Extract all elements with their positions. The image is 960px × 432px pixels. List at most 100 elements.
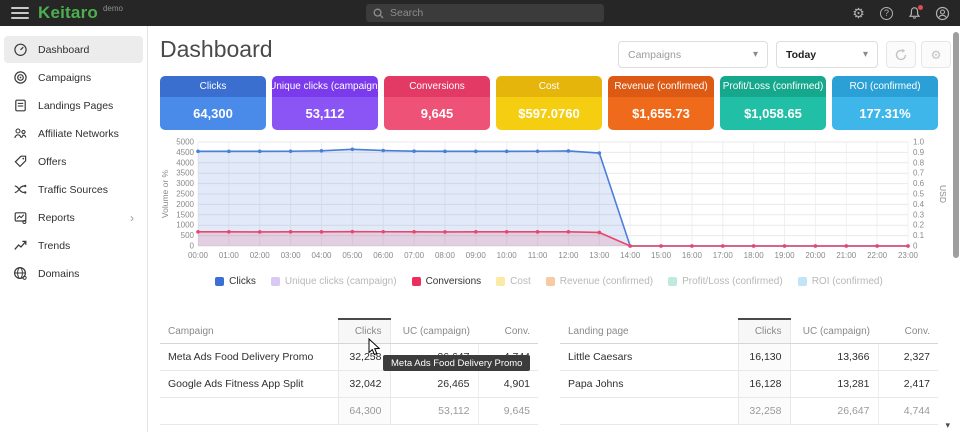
column-header-uc-campaign[interactable]: UC (campaign) bbox=[790, 319, 878, 344]
trend-up-icon bbox=[13, 238, 28, 253]
svg-text:USD: USD bbox=[938, 185, 948, 203]
column-header-conv[interactable]: Conv. bbox=[878, 319, 938, 344]
svg-text:1500: 1500 bbox=[176, 210, 194, 219]
legend-item-roi[interactable]: ROI (confirmed) bbox=[798, 276, 883, 287]
column-header-conv[interactable]: Conv. bbox=[478, 319, 538, 344]
legend-item-profit-loss[interactable]: Profit/Loss (confirmed) bbox=[668, 276, 783, 287]
svg-text:09:00: 09:00 bbox=[466, 251, 487, 260]
dashboard-settings-button[interactable]: ⚙ bbox=[921, 41, 951, 68]
app-logo[interactable]: Keitaro bbox=[38, 3, 98, 23]
stat-card-value: $597.0760 bbox=[496, 97, 602, 130]
clicks-cell: 16,128 bbox=[738, 371, 790, 398]
legend-item-clicks[interactable]: Clicks bbox=[215, 276, 256, 287]
vertical-scrollbar[interactable] bbox=[953, 32, 959, 258]
totals-conv-cell: 4,744 bbox=[878, 398, 938, 425]
stat-card-conversions[interactable]: Conversions 9,645 bbox=[384, 76, 490, 130]
settings-gear-icon[interactable]: ⚙ bbox=[851, 6, 866, 21]
svg-text:14:00: 14:00 bbox=[620, 251, 641, 260]
conv-cell: 4,901 bbox=[478, 371, 538, 398]
sidebar-item-landings-pages[interactable]: Landings Pages bbox=[4, 92, 143, 119]
sidebar-item-dashboard[interactable]: Dashboard bbox=[4, 36, 143, 63]
svg-text:0.5: 0.5 bbox=[913, 190, 925, 199]
sidebar-item-label: Reports bbox=[38, 212, 75, 224]
stat-card-value: $1,058.65 bbox=[720, 97, 826, 130]
campaigns-filter-select[interactable]: Campaigns ▾ bbox=[618, 41, 768, 68]
column-header-landing-page[interactable]: Landing page bbox=[560, 319, 738, 344]
campaign-name-cell[interactable]: Google Ads Fitness App Split bbox=[160, 371, 338, 398]
svg-text:04:00: 04:00 bbox=[311, 251, 332, 260]
column-header-uc-campaign[interactable]: UC (campaign) bbox=[390, 319, 478, 344]
svg-text:1000: 1000 bbox=[176, 221, 194, 230]
refresh-button[interactable] bbox=[886, 41, 916, 68]
conv-cell: 2,417 bbox=[878, 371, 938, 398]
svg-text:03:00: 03:00 bbox=[281, 251, 302, 260]
stat-card-roi[interactable]: ROI (confirmed) 177.31% bbox=[832, 76, 938, 130]
column-header-campaign[interactable]: Campaign bbox=[160, 319, 338, 344]
stat-card-clicks[interactable]: Clicks 64,300 bbox=[160, 76, 266, 130]
svg-text:500: 500 bbox=[181, 231, 195, 240]
stat-card-cost[interactable]: Cost $597.0760 bbox=[496, 76, 602, 130]
stat-card-revenue[interactable]: Revenue (confirmed) $1,655.73 bbox=[608, 76, 714, 130]
report-chart-icon bbox=[13, 210, 28, 225]
split-arrow-icon bbox=[13, 182, 28, 197]
landing-name-cell[interactable]: Papa Johns bbox=[560, 371, 738, 398]
legend-item-unique-clicks[interactable]: Unique clicks (campaign) bbox=[271, 276, 397, 287]
svg-text:01:00: 01:00 bbox=[219, 251, 240, 260]
table-header-row: Campaign Clicks UC (campaign) Conv. bbox=[160, 319, 538, 344]
search-input[interactable] bbox=[390, 7, 580, 19]
clicks-cell: 16,130 bbox=[738, 344, 790, 371]
svg-text:1.0: 1.0 bbox=[913, 138, 925, 147]
sidebar-item-traffic-sources[interactable]: Traffic Sources bbox=[4, 176, 143, 203]
hover-tooltip: Meta Ads Food Delivery Promo bbox=[383, 355, 530, 371]
dashboard-gauge-icon bbox=[13, 42, 28, 57]
svg-text:17:00: 17:00 bbox=[713, 251, 734, 260]
landing-name-cell[interactable]: Little Caesars bbox=[560, 344, 738, 371]
sidebar-item-trends[interactable]: Trends bbox=[4, 232, 143, 259]
sidebar-item-label: Dashboard bbox=[38, 44, 89, 56]
sidebar-item-campaigns[interactable]: Campaigns bbox=[4, 64, 143, 91]
campaigns-table: Campaign Clicks UC (campaign) Conv. Meta… bbox=[160, 318, 538, 425]
column-header-clicks[interactable]: Clicks bbox=[338, 319, 390, 344]
clicks-cell: 32,042 bbox=[338, 371, 390, 398]
date-range-select[interactable]: Today ▾ bbox=[776, 41, 878, 68]
legend-item-conversions[interactable]: Conversions bbox=[412, 276, 482, 287]
sidebar-item-offers[interactable]: Offers bbox=[4, 148, 143, 175]
table-row[interactable]: Google Ads Fitness App Split 32,042 26,4… bbox=[160, 371, 538, 398]
chevron-right-icon: › bbox=[130, 211, 134, 225]
svg-text:0.9: 0.9 bbox=[913, 148, 925, 157]
sidebar-item-domains[interactable]: Domains bbox=[4, 260, 143, 287]
stat-card-profit-loss[interactable]: Profit/Loss (confirmed) $1,058.65 bbox=[720, 76, 826, 130]
global-search[interactable] bbox=[366, 4, 604, 22]
notifications-bell-icon[interactable] bbox=[907, 6, 922, 21]
campaign-name-cell[interactable]: Meta Ads Food Delivery Promo bbox=[160, 344, 338, 371]
svg-text:05:00: 05:00 bbox=[342, 251, 363, 260]
refresh-icon bbox=[894, 48, 908, 62]
table-row[interactable]: Little Caesars 16,130 13,366 2,327 bbox=[560, 344, 938, 371]
totals-uc-cell: 53,112 bbox=[390, 398, 478, 425]
legend-item-cost[interactable]: Cost bbox=[496, 276, 531, 287]
stat-card-label: Clicks bbox=[160, 76, 266, 97]
logo-demo-badge: demo bbox=[103, 4, 123, 13]
table-row[interactable]: Papa Johns 16,128 13,281 2,417 bbox=[560, 371, 938, 398]
svg-text:16:00: 16:00 bbox=[682, 251, 703, 260]
stat-card-unique-clicks[interactable]: Unique clicks (campaign) 53,112 bbox=[272, 76, 378, 130]
svg-text:0.8: 0.8 bbox=[913, 158, 925, 167]
uc-cell: 26,465 bbox=[390, 371, 478, 398]
account-icon[interactable] bbox=[935, 6, 950, 21]
help-icon[interactable]: ? bbox=[879, 6, 894, 21]
column-header-clicks[interactable]: Clicks bbox=[738, 319, 790, 344]
svg-text:Volume or %: Volume or % bbox=[160, 169, 170, 218]
hamburger-menu-icon[interactable] bbox=[11, 7, 29, 19]
sidebar-item-affiliate-networks[interactable]: Affiliate Networks bbox=[4, 120, 143, 147]
traffic-timeseries-chart[interactable]: 00:0001:0002:0003:0004:0005:0006:0007:00… bbox=[160, 136, 950, 266]
legend-swatch bbox=[496, 277, 505, 286]
stat-card-value: $1,655.73 bbox=[608, 97, 714, 130]
legend-item-revenue[interactable]: Revenue (confirmed) bbox=[546, 276, 653, 287]
stat-cards-row: Clicks 64,300 Unique clicks (campaign) 5… bbox=[160, 76, 938, 130]
stat-card-value: 64,300 bbox=[160, 97, 266, 130]
svg-text:0: 0 bbox=[913, 242, 918, 251]
people-icon bbox=[13, 126, 28, 141]
sidebar-item-reports[interactable]: Reports › bbox=[4, 204, 143, 231]
stat-card-label: Revenue (confirmed) bbox=[608, 76, 714, 97]
keitaro-dashboard-app: Keitaro demo ⚙ ? bbox=[0, 0, 960, 432]
